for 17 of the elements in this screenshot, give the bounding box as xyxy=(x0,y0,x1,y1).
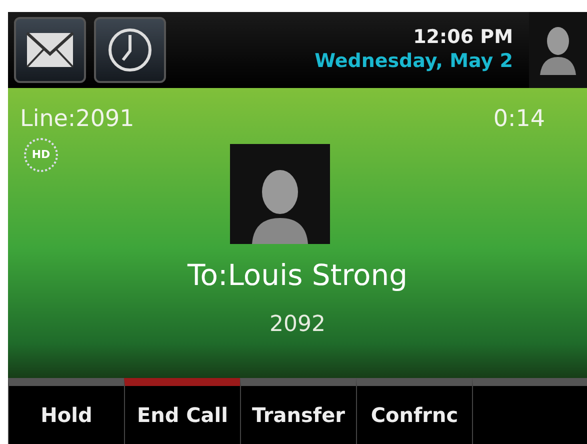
call-duration: 0:14 xyxy=(493,105,545,134)
hd-audio-badge: HD xyxy=(24,138,58,172)
callee-name: To:Louis Strong xyxy=(187,258,408,292)
softkey[interactable]: Transfer xyxy=(240,378,356,444)
clock-icon xyxy=(107,27,153,73)
clock-time: 12:06 PM xyxy=(413,26,513,48)
messages-button[interactable] xyxy=(14,17,86,83)
line-label: Line:2091 xyxy=(20,105,134,134)
callee-number: 2092 xyxy=(270,312,326,337)
date-text: Wednesday, May 2 xyxy=(314,50,513,72)
envelope-icon xyxy=(26,32,74,68)
recent-calls-button[interactable] xyxy=(94,17,166,83)
softkey[interactable]: End Call xyxy=(124,378,240,444)
softkey[interactable]: Confrnc xyxy=(356,378,472,444)
person-icon xyxy=(540,25,576,75)
softkey[interactable]: Hold xyxy=(8,378,124,444)
user-button[interactable] xyxy=(529,12,587,88)
